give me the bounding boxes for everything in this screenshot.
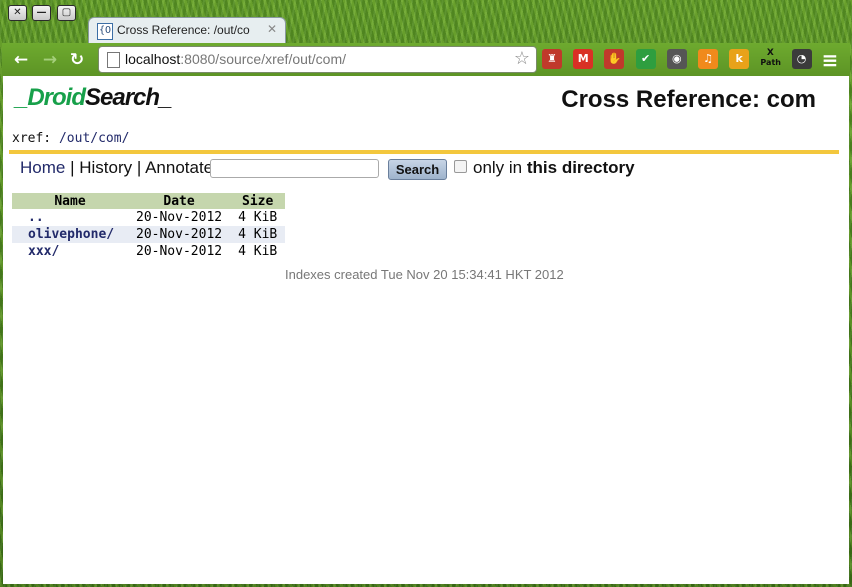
- adblock-icon[interactable]: ✋: [604, 49, 625, 69]
- droidsearch-logo[interactable]: _DroidSearch_: [15, 84, 172, 112]
- breadcrumb-prefix: xref:: [12, 131, 59, 146]
- this-directory-checkbox[interactable]: [454, 160, 467, 173]
- header-divider: [9, 150, 839, 154]
- xpath-icon[interactable]: X Path: [760, 49, 781, 69]
- gmail-icon[interactable]: M: [573, 49, 594, 69]
- breadcrumb-path-link[interactable]: /out/com/: [59, 131, 129, 146]
- entry-name-link[interactable]: xxx/: [12, 243, 128, 260]
- column-header-name: Name: [12, 193, 128, 209]
- table-header-row: Name Date Size: [12, 193, 286, 209]
- entry-name-link[interactable]: olivephone/: [12, 226, 128, 243]
- nav-separator: |: [65, 158, 80, 177]
- owl-icon[interactable]: ◔: [791, 49, 812, 69]
- tab-title: Cross Reference: /out/co: [117, 23, 250, 37]
- red-hat-icon[interactable]: ♜: [542, 49, 562, 69]
- entry-date: 20-Nov-2012: [136, 210, 223, 225]
- k-icon[interactable]: k: [729, 49, 750, 69]
- logo-part-droid: _Droid: [15, 84, 86, 111]
- url-path: :8080/source/xref/out/com/: [180, 51, 347, 67]
- page-viewport: _DroidSearch_ Cross Reference: com xref:…: [3, 76, 849, 584]
- search-button[interactable]: Search: [388, 159, 447, 180]
- home-link[interactable]: Home: [20, 158, 65, 177]
- page-title: Cross Reference: com: [561, 86, 816, 113]
- entry-size: 4 KiB: [238, 244, 278, 259]
- table-row: xxx/ 20-Nov-2012 4 KiB: [12, 243, 285, 260]
- evernote-icon[interactable]: ◉: [666, 49, 687, 69]
- browser-toolbar: ← → ↻ localhost:8080/source/xref/out/com…: [2, 43, 850, 76]
- entry-name-link[interactable]: ..: [12, 209, 128, 226]
- entry-date: 20-Nov-2012: [136, 244, 223, 259]
- reload-icon[interactable]: ↻: [67, 50, 87, 70]
- window-minimize-button[interactable]: —: [32, 5, 51, 21]
- logo-part-search: Search_: [85, 84, 172, 111]
- history-link[interactable]: History: [79, 158, 132, 177]
- bookmark-star-icon[interactable]: ☆: [514, 48, 530, 69]
- table-row: olivephone/ 20-Nov-2012 4 KiB: [12, 226, 286, 243]
- checkmark-icon[interactable]: ✔: [635, 49, 656, 69]
- navigation-bar: Home | History | Annotate: [20, 158, 213, 178]
- xpath-label: Path: [760, 58, 781, 67]
- browser-window: ✕ — ▢ {O Cross Reference: /out/co ✕ ← → …: [0, 0, 852, 587]
- breadcrumb: xref: /out/com/: [12, 131, 129, 146]
- annotate-link[interactable]: Annotate: [145, 158, 213, 177]
- entry-size: 4 KiB: [238, 210, 278, 225]
- menu-icon[interactable]: ≡: [820, 50, 840, 70]
- nav-separator: |: [132, 158, 146, 177]
- tab-favicon-icon: {O: [97, 23, 113, 40]
- directory-table: Name Date Size .. 20-Nov-2012 4 KiB oliv…: [12, 193, 286, 260]
- index-timestamp-note: Indexes created Tue Nov 20 15:34:41 HKT …: [285, 267, 564, 282]
- search-input[interactable]: [210, 159, 379, 178]
- forward-arrow-icon[interactable]: →: [40, 50, 60, 70]
- music-icon[interactable]: ♫: [698, 49, 718, 69]
- url-host: localhost: [125, 51, 181, 67]
- column-header-date: Date: [128, 193, 231, 209]
- browser-tab[interactable]: {O Cross Reference: /out/co ✕: [88, 17, 286, 44]
- only-in-text: only in: [473, 158, 527, 177]
- column-header-size: Size: [230, 193, 286, 209]
- this-directory-text: this directory: [526, 158, 635, 177]
- entry-size: 4 KiB: [230, 226, 286, 243]
- window-maximize-button[interactable]: ▢: [57, 5, 76, 21]
- window-close-button[interactable]: ✕: [8, 5, 27, 21]
- url-text[interactable]: localhost:8080/source/xref/out/com/: [125, 51, 346, 67]
- entry-date: 20-Nov-2012: [128, 226, 231, 243]
- tab-close-icon[interactable]: ✕: [267, 22, 277, 36]
- this-directory-label: only in this directory: [473, 158, 635, 178]
- back-arrow-icon[interactable]: ←: [11, 50, 31, 70]
- table-row: .. 20-Nov-2012 4 KiB: [12, 209, 285, 226]
- page-icon: [107, 52, 120, 68]
- address-bar[interactable]: localhost:8080/source/xref/out/com/ ☆: [98, 46, 537, 73]
